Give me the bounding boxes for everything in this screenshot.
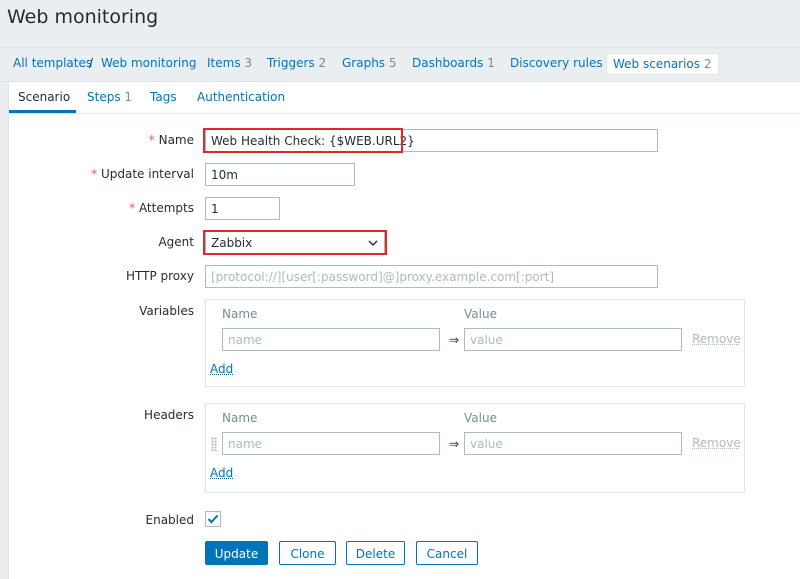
- header-remove-link[interactable]: Remove: [692, 436, 741, 450]
- clone-button[interactable]: Clone: [279, 541, 336, 565]
- check-icon: [207, 514, 219, 524]
- variable-name-input[interactable]: name: [222, 328, 440, 351]
- required-mark: *: [91, 167, 98, 181]
- tab-tags[interactable]: Tags: [150, 90, 177, 104]
- update-interval-label: * Update interval: [91, 167, 194, 181]
- enabled-label: Enabled: [145, 513, 195, 527]
- headers-col-value: Value: [464, 411, 497, 425]
- nav-graphs-count: 5: [388, 56, 397, 70]
- nav-dashboards-count: 1: [487, 56, 495, 70]
- headers-col-name: Name: [222, 411, 258, 425]
- attempts-label: * Attempts: [129, 201, 194, 215]
- cancel-button[interactable]: Cancel: [416, 541, 478, 565]
- http-proxy-input[interactable]: [protocol://][user[:password]@]proxy.exa…: [205, 265, 658, 288]
- header-name-input[interactable]: name: [222, 432, 440, 455]
- tab-steps[interactable]: Steps 1: [87, 90, 132, 104]
- tab-bar: Scenario Steps 1 Tags Authentication: [9, 82, 800, 114]
- variables-label: Variables: [139, 304, 194, 318]
- variables-col-value: Value: [464, 307, 497, 321]
- drag-handle-icon[interactable]: [211, 437, 217, 451]
- name-label-text: Name: [158, 133, 194, 147]
- enabled-checkbox[interactable]: [205, 511, 221, 527]
- breadcrumb-template[interactable]: Web monitoring: [101, 56, 196, 70]
- nav-graphs[interactable]: Graphs 5: [342, 56, 397, 70]
- nav-graphs-label: Graphs: [342, 56, 386, 70]
- nav-triggers-count: 2: [318, 56, 327, 70]
- headers-label: Headers: [144, 408, 194, 422]
- nav-items-count: 3: [244, 56, 253, 70]
- nav-triggers[interactable]: Triggers 2: [267, 56, 326, 70]
- breadcrumb: All templates / Web monitoring Items 3 T…: [0, 47, 800, 82]
- attempts-input[interactable]: 1: [205, 197, 280, 220]
- active-tab-indicator: [9, 110, 76, 113]
- required-mark: *: [129, 201, 136, 215]
- header-value-input[interactable]: value: [464, 432, 682, 455]
- nav-web-scenarios-label: Web scenarios: [613, 57, 701, 71]
- delete-button[interactable]: Delete: [346, 541, 405, 565]
- variable-add-link[interactable]: Add: [210, 362, 233, 376]
- variables-col-name: Name: [222, 307, 258, 321]
- tab-steps-label: Steps: [87, 90, 121, 104]
- update-interval-label-text: Update interval: [100, 167, 194, 181]
- breadcrumb-separator: /: [89, 56, 94, 70]
- breadcrumb-all-templates[interactable]: All templates: [13, 56, 92, 70]
- form-panel: Scenario Steps 1 Tags Authentication * N…: [8, 82, 800, 579]
- agent-label: Agent: [158, 235, 194, 249]
- name-highlight: [203, 128, 403, 153]
- tab-scenario[interactable]: Scenario: [18, 90, 70, 104]
- nav-web-scenarios[interactable]: Web scenarios 2: [606, 53, 719, 75]
- nav-items-label: Items: [207, 56, 241, 70]
- update-interval-input[interactable]: 10m: [205, 163, 355, 186]
- headers-table: Name Value name ⇒ value Remove Add: [205, 403, 745, 493]
- nav-items[interactable]: Items 3: [207, 56, 252, 70]
- nav-dashboards[interactable]: Dashboards 1: [412, 56, 495, 70]
- variable-value-input[interactable]: value: [464, 328, 682, 351]
- nav-triggers-label: Triggers: [267, 56, 315, 70]
- name-label: * Name: [149, 133, 194, 147]
- nav-web-scenarios-count: 2: [703, 57, 712, 71]
- page-title: Web monitoring: [7, 6, 159, 28]
- header-add-link[interactable]: Add: [210, 466, 233, 480]
- agent-highlight: [203, 230, 387, 255]
- variable-remove-link[interactable]: Remove: [692, 332, 741, 346]
- http-proxy-label: HTTP proxy: [126, 269, 194, 283]
- required-mark: *: [148, 133, 155, 147]
- arrow-icon: ⇒: [449, 333, 460, 347]
- tab-steps-count: 1: [124, 90, 133, 104]
- arrow-icon: ⇒: [449, 437, 460, 451]
- nav-dashboards-label: Dashboards: [412, 56, 484, 70]
- update-button[interactable]: Update: [205, 541, 268, 565]
- attempts-label-text: Attempts: [138, 201, 194, 215]
- variables-table: Name Value name ⇒ value Remove Add: [205, 299, 745, 387]
- tab-authentication[interactable]: Authentication: [197, 90, 285, 104]
- nav-discovery-rules[interactable]: Discovery rules: [510, 56, 603, 70]
